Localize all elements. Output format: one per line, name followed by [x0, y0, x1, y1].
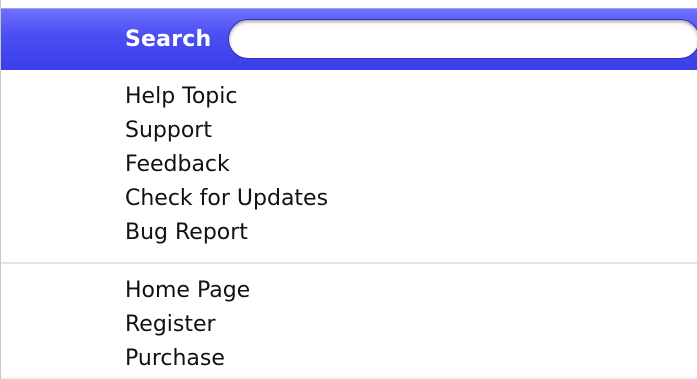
menu-item-support[interactable]: Support — [1, 116, 697, 150]
menu-item-help-topic[interactable]: Help Topic — [1, 82, 697, 116]
menu-item-check-for-updates[interactable]: Check for Updates — [1, 184, 697, 218]
menu-separator — [1, 262, 697, 264]
menu-item-register[interactable]: Register — [1, 310, 697, 344]
menu-bottom-edge — [1, 375, 697, 379]
search-input[interactable] — [228, 19, 697, 59]
search-bar: Search — [1, 8, 697, 70]
menu-item-purchase[interactable]: Purchase — [1, 344, 697, 378]
search-label: Search — [125, 27, 212, 52]
menu-item-home-page[interactable]: Home Page — [1, 276, 697, 310]
menu-item-bug-report[interactable]: Bug Report — [1, 218, 697, 252]
menu-item-feedback[interactable]: Feedback — [1, 150, 697, 184]
menu-group-web: Home Page Register Purchase — [1, 276, 697, 378]
help-menu: Search Help Topic Support Feedback Check… — [0, 0, 697, 379]
menu-group-help: Help Topic Support Feedback Check for Up… — [1, 82, 697, 252]
